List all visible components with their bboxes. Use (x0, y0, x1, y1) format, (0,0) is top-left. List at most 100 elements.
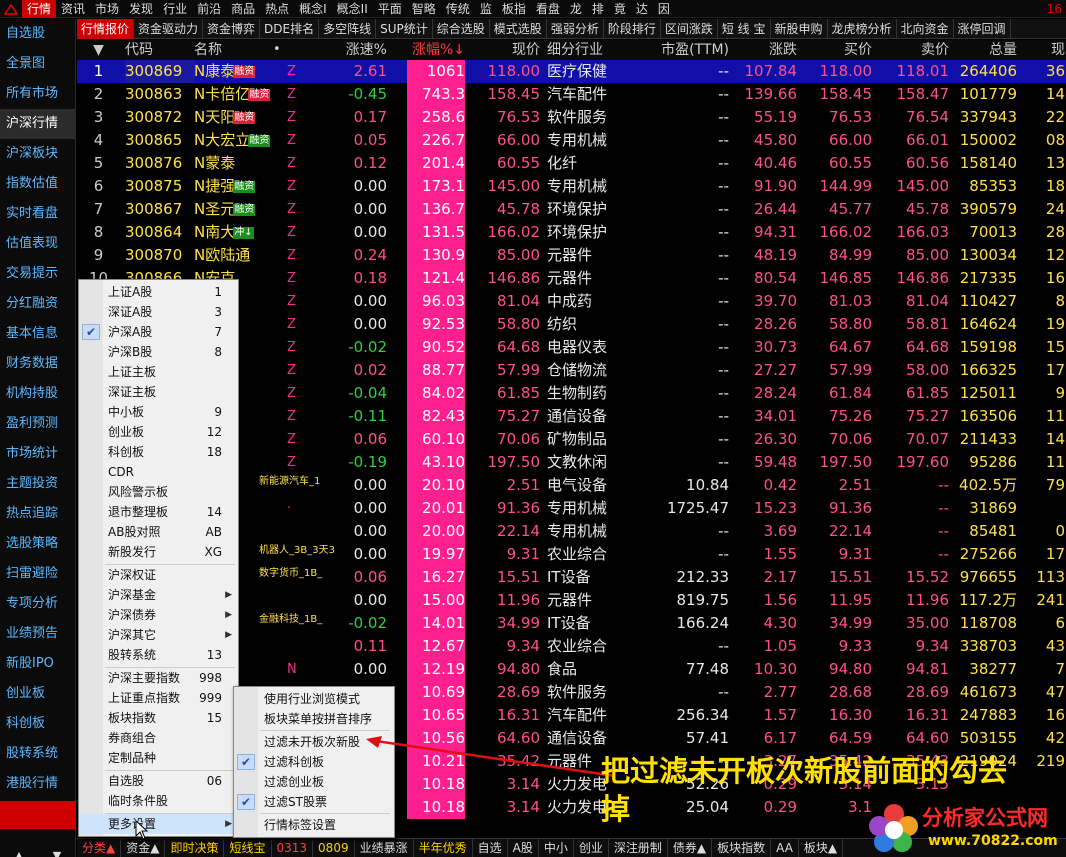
market-menu-item[interactable]: 沪深基金 ▶ (79, 585, 238, 605)
market-menu-item[interactable]: 临时条件股 (79, 791, 238, 811)
top-menu-item[interactable]: 监 (475, 0, 497, 18)
market-menu-item[interactable]: 科创板 18 (79, 442, 238, 462)
header-name[interactable]: 名称 (194, 40, 272, 60)
header-vol[interactable]: 总量 (951, 40, 1017, 60)
left-nav-item[interactable]: 沪深板块 (0, 139, 75, 169)
bottom-tab[interactable]: 即时决策 (165, 839, 225, 857)
left-nav-item[interactable]: 财务数据 (0, 349, 75, 379)
left-nav-item[interactable]: 创业板 (0, 679, 75, 709)
top-menu-item[interactable]: 因 (653, 0, 675, 18)
left-nav-red-block[interactable] (0, 801, 76, 829)
top-menu-item[interactable]: 概念II (332, 0, 373, 18)
left-nav-item[interactable]: 所有市场 (0, 79, 75, 109)
market-menu-item[interactable]: 股转系统 13 (79, 645, 238, 665)
header-industry[interactable]: 细分行业 (547, 40, 647, 60)
left-nav-item[interactable]: 沪深行情 (0, 109, 75, 139)
table-row[interactable]: 9 300870 N欧陆通 Z 0.24 130.9 85.00 元器件 -- 48.19 84.9… (77, 244, 1066, 267)
function-tab[interactable]: SUP统计 (376, 19, 433, 39)
market-menu-item[interactable]: 更多设置 ▶ (79, 814, 238, 834)
bottom-tab[interactable]: 资金▲ (121, 839, 166, 857)
function-tab[interactable]: 北向资金 (897, 19, 954, 39)
header-pe[interactable]: 市盈(TTM) (647, 40, 729, 60)
top-menu-item[interactable]: 资讯 (56, 0, 90, 18)
market-menu-item[interactable]: 板块指数 15 (79, 708, 238, 728)
left-nav-item[interactable]: 交易提示 (0, 259, 75, 289)
market-menu-item[interactable]: 自选股 06 (79, 771, 238, 791)
bottom-tab[interactable]: 半年优秀 (414, 839, 473, 857)
bottom-tab[interactable]: 分类▲ (77, 839, 122, 857)
bottom-tab[interactable]: AA (771, 839, 799, 857)
table-row[interactable]: 6 300875 N捷强融资 Z 0.00 173.1 145.00 专用机械 -- 91.90 1… (77, 175, 1066, 198)
market-menu-item[interactable]: CDR (79, 462, 238, 482)
left-nav-item[interactable]: 选股策略 (0, 529, 75, 559)
function-tab[interactable]: 区间涨跌 (661, 19, 718, 39)
left-nav-item[interactable]: 市场统计 (0, 439, 75, 469)
bottom-tab[interactable]: 债券▲ (668, 839, 713, 857)
submenu-item[interactable]: ✔ 过滤ST股票 (234, 792, 394, 812)
left-nav-item[interactable]: 港股行情 (0, 769, 75, 799)
function-tab[interactable]: 龙虎榜分析 (828, 19, 897, 39)
bottom-tab[interactable]: 0313 (272, 839, 314, 857)
top-menu-item[interactable]: 商品 (226, 0, 260, 18)
bottom-tab[interactable]: 业绩暴涨 (355, 839, 414, 857)
function-tab[interactable]: 模式选股 (490, 19, 547, 39)
top-menu-item[interactable]: 传统 (441, 0, 475, 18)
function-tab[interactable]: 资金博弈 (203, 19, 261, 39)
header-zs[interactable]: 涨速% (311, 40, 387, 60)
top-menu-item[interactable]: 达 (631, 0, 653, 18)
top-menu-item[interactable]: 看盘 (531, 0, 565, 18)
left-nav-item[interactable]: 热点追踪 (0, 499, 75, 529)
function-tab[interactable]: 短 线 宝 (718, 19, 771, 39)
market-menu-item[interactable]: 上证重点指数 999 (79, 688, 238, 708)
submenu-item[interactable]: 使用行业浏览模式 (234, 689, 394, 709)
left-nav-item[interactable]: 科创板 (0, 709, 75, 739)
left-nav-item[interactable]: 股转系统 (0, 739, 75, 769)
market-menu-item[interactable]: 退市整理板 14 (79, 502, 238, 522)
table-row[interactable]: 3 300872 N天阳融资 Z 0.17 258.6 76.53 软件服务 -- 55.19 76… (77, 106, 1066, 129)
table-row[interactable]: 4 300865 N大宏立融资 Z 0.05 226.7 66.00 专用机械 -- 45.80 6… (77, 129, 1066, 152)
market-menu-item[interactable]: 沪深主要指数 998 (79, 668, 238, 688)
top-menu-item[interactable]: 概念I (294, 0, 332, 18)
top-menu-item[interactable]: 智略 (407, 0, 441, 18)
header-sell[interactable]: 卖价 (874, 40, 949, 60)
function-tab[interactable]: 行情报价 (77, 19, 135, 39)
left-nav-item[interactable]: 基本信息 (0, 319, 75, 349)
left-nav-item[interactable]: 盈利预测 (0, 409, 75, 439)
function-tab[interactable]: 资金驱动力 (134, 19, 204, 39)
left-nav-item[interactable]: 全景图 (0, 49, 75, 79)
function-tab[interactable]: 综合选股 (433, 19, 490, 39)
market-menu-item[interactable]: AB股对照 AB (79, 522, 238, 542)
market-menu-item[interactable]: 上证A股 1 (79, 282, 238, 302)
table-row[interactable]: 5 300876 N蒙泰 Z 0.12 201.4 60.55 化纤 -- 40.46 60.55 6… (77, 152, 1066, 175)
header-cur[interactable]: 现 (1025, 40, 1065, 60)
bottom-tab[interactable]: 板块指数 (712, 839, 772, 857)
top-menu-item[interactable]: 排 (587, 0, 609, 18)
function-tab[interactable]: 多空阵线 (319, 19, 377, 39)
top-menu-item[interactable]: 竟 (609, 0, 631, 18)
market-menu-item[interactable]: 中小板 9 (79, 402, 238, 422)
table-row[interactable]: 1 300869 N康泰融资 Z 2.61 1061 118.00 医疗保健 -- 107.84 1… (77, 60, 1066, 83)
left-nav-item[interactable]: 专项分析 (0, 589, 75, 619)
left-nav-item[interactable]: 指数估值 (0, 169, 75, 199)
market-menu-item[interactable]: 上证主板 (79, 362, 238, 382)
bottom-tab[interactable]: 板块▲ (799, 839, 844, 857)
top-menu-item[interactable]: 市场 (90, 0, 124, 18)
market-menu-item[interactable]: 券商组合 (79, 728, 238, 748)
bottom-tab[interactable]: 深注册制 (609, 839, 668, 857)
bottom-tab[interactable]: 自选 (473, 839, 508, 857)
bottom-tab[interactable]: 中小 (539, 839, 574, 857)
bottom-tab[interactable]: 短线宝 (224, 839, 272, 857)
function-tab[interactable]: 涨停回调 (954, 19, 1011, 39)
table-row[interactable]: 7 300867 N圣元融资 Z 0.00 136.7 45.78 环境保护 -- 26.44 45… (77, 198, 1066, 221)
left-nav-item[interactable]: 新股IPO (0, 649, 75, 679)
bottom-tab[interactable]: A股 (508, 839, 539, 857)
table-row[interactable]: 2 300863 N卡倍亿融资 Z -0.45 743.3 158.45 汽车配件 -- 139.… (77, 83, 1066, 106)
header-code[interactable]: 代码 (125, 40, 195, 60)
header-buy[interactable]: 买价 (799, 40, 872, 60)
top-menu-item[interactable]: 前沿 (192, 0, 226, 18)
left-nav-item[interactable]: 机构持股 (0, 379, 75, 409)
top-menu-item[interactable]: 龙 (565, 0, 587, 18)
function-tab[interactable]: 阶段排行 (604, 19, 661, 39)
top-menu-item[interactable]: 行业 (158, 0, 192, 18)
bottom-tab[interactable]: 0809 (313, 839, 355, 857)
